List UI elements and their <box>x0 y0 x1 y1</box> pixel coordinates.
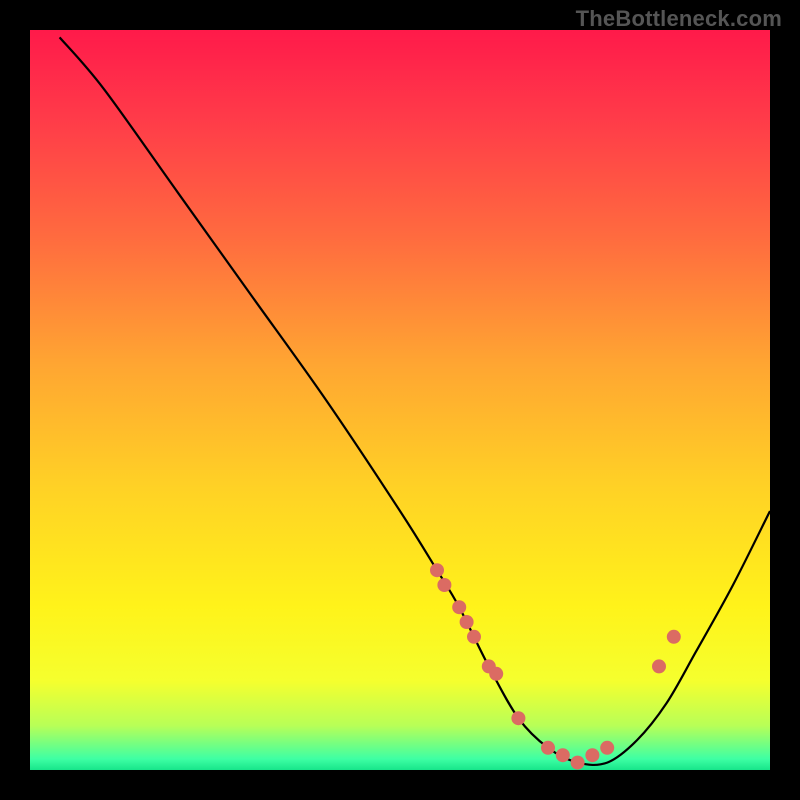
curve-marker <box>667 630 681 644</box>
curve-marker <box>600 741 614 755</box>
curve-marker <box>571 756 585 770</box>
curve-marker <box>430 563 444 577</box>
curve-marker <box>511 711 525 725</box>
bottleneck-curve <box>30 30 770 770</box>
curve-marker <box>489 667 503 681</box>
curve-marker <box>585 748 599 762</box>
watermark-text: TheBottleneck.com <box>576 6 782 32</box>
curve-path <box>60 37 770 765</box>
curve-markers <box>430 563 681 769</box>
curve-marker <box>652 659 666 673</box>
curve-marker <box>460 615 474 629</box>
plot-area <box>30 30 770 770</box>
curve-marker <box>467 630 481 644</box>
curve-marker <box>541 741 555 755</box>
curve-marker <box>556 748 570 762</box>
curve-marker <box>437 578 451 592</box>
curve-marker <box>452 600 466 614</box>
